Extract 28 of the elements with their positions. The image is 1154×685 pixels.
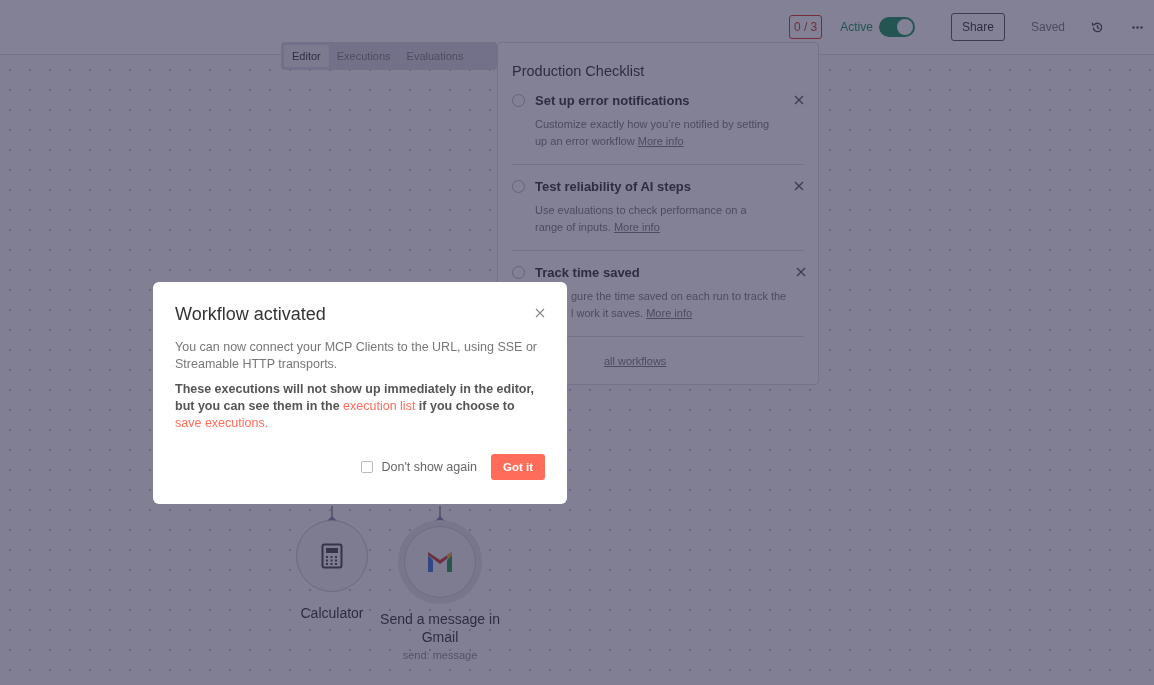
checklist-item-title: Test reliability of AI steps: [535, 179, 693, 194]
checklist-item-title: Set up error notifications: [535, 93, 691, 108]
active-toggle[interactable]: [878, 17, 915, 37]
dialog-link[interactable]: save executions.: [175, 416, 269, 430]
active-label: Active: [840, 20, 873, 34]
dialog-link[interactable]: execution list: [343, 399, 416, 413]
node-label: Send a message in Gmail: [379, 610, 501, 646]
dialog-title: Workflow activated: [175, 304, 326, 325]
checklist-item-title: Track time saved: [535, 265, 641, 280]
node-circle[interactable]: [398, 520, 482, 604]
node-label: Calculator: [300, 604, 364, 622]
close-icon[interactable]: [794, 181, 804, 191]
close-icon[interactable]: [794, 95, 804, 105]
checkbox-label: Don't show again: [381, 460, 477, 474]
more-options-icon[interactable]: [1132, 25, 1143, 29]
dont-show-again-checkbox[interactable]: [361, 461, 374, 473]
history-icon[interactable]: [1091, 20, 1104, 34]
share-button[interactable]: Share: [950, 13, 1005, 41]
view-tab[interactable]: Editor: [284, 45, 329, 67]
close-icon[interactable]: [796, 267, 807, 277]
dialog-message: These executions will not show up immediately in the editor, but you can see them in the execution list if you choose to save executions.: [175, 381, 536, 432]
close-icon[interactable]: [535, 308, 545, 318]
panel-title: Production Checklist: [512, 63, 646, 79]
calculator-icon: [321, 543, 343, 569]
dialog-message: You can now connect your MCP Clients to the URL, using SSE or Streamable HTTP transports.: [175, 339, 537, 373]
gmail-icon: [426, 551, 454, 573]
checklist-progress-badge[interactable]: 0 / 3: [788, 15, 823, 39]
got-it-button[interactable]: Got it: [490, 454, 545, 480]
